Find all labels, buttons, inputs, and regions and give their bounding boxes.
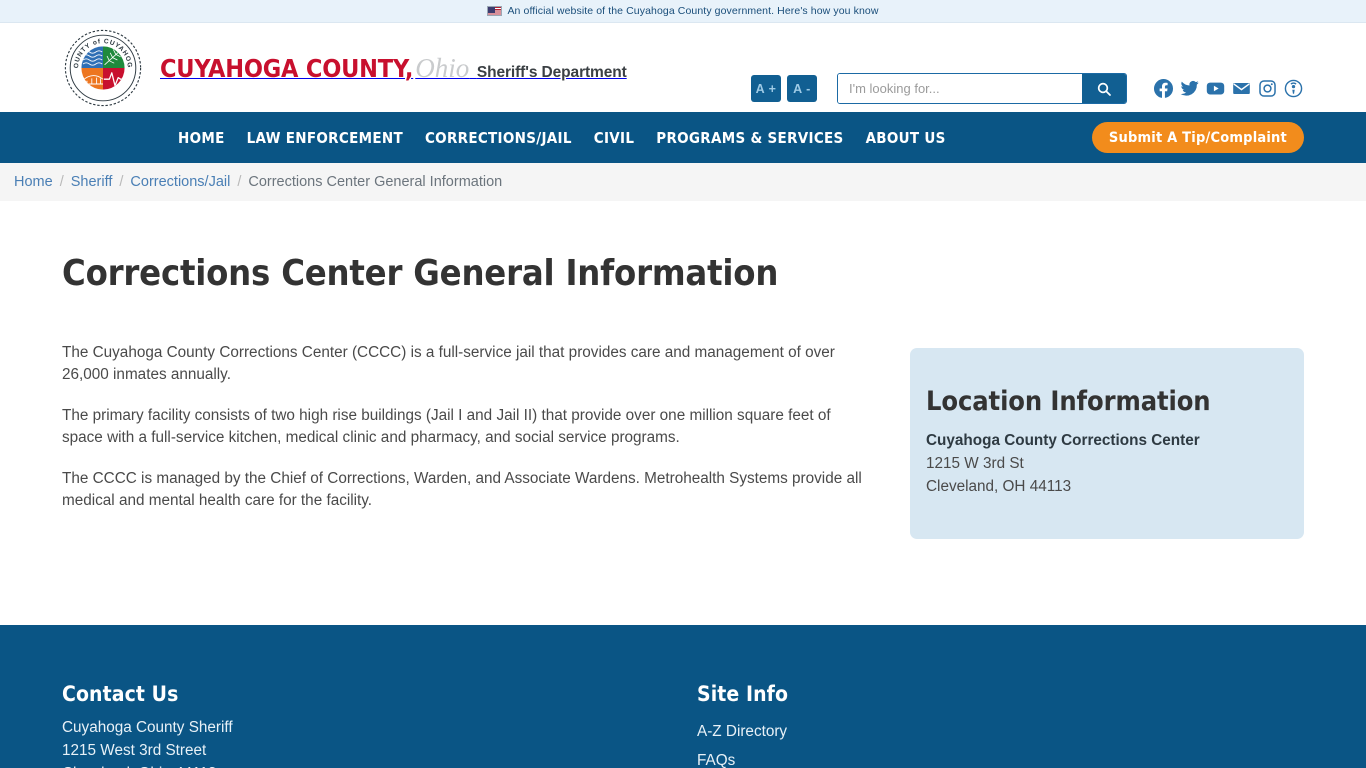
location-facility-name: Cuyahoga County Corrections Center [926,432,1200,449]
breadcrumb-item-home[interactable]: Home [14,174,53,190]
brand-text: CUYAHOGA COUNTY,Ohio Sheriff's Departmen… [160,52,627,82]
instagram-icon[interactable] [1257,78,1278,99]
content-row: The Cuyahoga County Corrections Center (… [62,342,1304,539]
nav-item-corrections-jail[interactable]: CORRECTIONS/JAIL [425,129,572,147]
header-tools: A + A - [751,73,1304,104]
youtube-icon[interactable] [1205,78,1226,99]
brand-title: CUYAHOGA COUNTY,Ohio [160,53,470,84]
official-government-banner: An official website of the Cuyahoga Coun… [0,0,1366,23]
breadcrumb-item-current: Corrections Center General Information [248,174,503,190]
breadcrumb-item-corrections-jail[interactable]: Corrections/Jail [130,174,230,190]
search-box [837,73,1127,104]
footer-contact-line-1: Cuyahoga County Sheriff [62,719,233,736]
breadcrumb: Home / Sheriff / Corrections/Jail / Corr… [14,174,502,190]
brand-subtitle: Sheriff's Department [476,64,627,82]
location-address-line-2: Cleveland, OH 44113 [926,477,1072,495]
search-input[interactable] [838,74,1082,103]
brand-ohio-script: Ohio [415,53,470,84]
nav-item-about-us[interactable]: ABOUT US [866,129,946,147]
nav-item-law-enforcement[interactable]: LAW ENFORCEMENT [247,129,403,147]
font-decrease-button[interactable]: A - [787,75,817,102]
site-header: COUNTY of CUYAHOGA OHIO [0,23,1366,112]
footer-site-info-heading: Site Info [697,682,789,706]
font-increase-button[interactable]: A + [751,75,781,102]
main-content: Corrections Center General Information T… [0,201,1366,539]
search-icon [1097,82,1111,96]
footer-columns: Contact Us Cuyahoga County Sheriff 1215 … [62,625,1304,768]
twitter-icon[interactable] [1179,78,1200,99]
site-footer: Contact Us Cuyahoga County Sheriff 1215 … [0,625,1366,768]
breadcrumb-bar: Home / Sheriff / Corrections/Jail / Corr… [0,163,1366,201]
nav-item-programs-services[interactable]: PROGRAMS & SERVICES [656,129,843,147]
nav-item-home[interactable]: HOME [178,129,225,147]
submit-tip-complaint-button[interactable]: Submit A Tip/Complaint [1091,122,1304,153]
footer-contact-heading: Contact Us [62,682,179,706]
site-logo-link[interactable]: COUNTY of CUYAHOGA OHIO [62,28,627,108]
breadcrumb-separator: / [59,174,64,190]
search-submit-button[interactable] [1082,74,1126,103]
nav-item-civil[interactable]: CIVIL [594,129,634,147]
breadcrumb-separator: / [119,174,124,190]
location-information-card: Location Information Cuyahoga County Cor… [910,348,1304,539]
breadcrumb-item-sheriff[interactable]: Sheriff [71,174,113,190]
nav-links: HOME LAW ENFORCEMENT CORRECTIONS/JAIL CI… [178,129,946,147]
footer-contact-line-3: Cleveland, Ohio 44113 [62,763,697,768]
footer-contact-line-2: 1215 West 3rd Street [62,741,207,759]
facebook-icon[interactable] [1153,78,1174,99]
breadcrumb-separator: / [237,174,242,190]
location-address-line-1: 1215 W 3rd St [926,454,1024,472]
us-flag-icon [487,6,503,16]
main-navigation: HOME LAW ENFORCEMENT CORRECTIONS/JAIL CI… [0,112,1366,163]
gov-banner-text: An official website of the Cuyahoga Coun… [507,5,879,17]
social-links [1153,78,1304,99]
body-paragraph-1: The Cuyahoga County Corrections Center (… [62,344,835,384]
footer-link-faqs[interactable]: FAQs [697,746,1304,768]
body-paragraph-2: The primary facility consists of two hig… [62,406,831,447]
location-card-title: Location Information [926,386,1211,417]
podcast-icon[interactable] [1283,78,1304,99]
footer-site-info-column: Site Info A-Z Directory FAQs [697,682,1304,768]
footer-link-a-z-directory[interactable]: A-Z Directory [697,717,1304,746]
body-paragraph-3: The CCCC is managed by the Chief of Corr… [62,469,862,510]
article-body: The Cuyahoga County Corrections Center (… [62,342,862,513]
page-title: Corrections Center General Information [62,253,779,294]
font-size-controls: A + A - [751,75,817,102]
cuyahoga-county-seal-icon: COUNTY of CUYAHOGA OHIO [62,28,142,106]
footer-contact-column: Contact Us Cuyahoga County Sheriff 1215 … [62,682,697,768]
email-icon[interactable] [1231,78,1252,99]
